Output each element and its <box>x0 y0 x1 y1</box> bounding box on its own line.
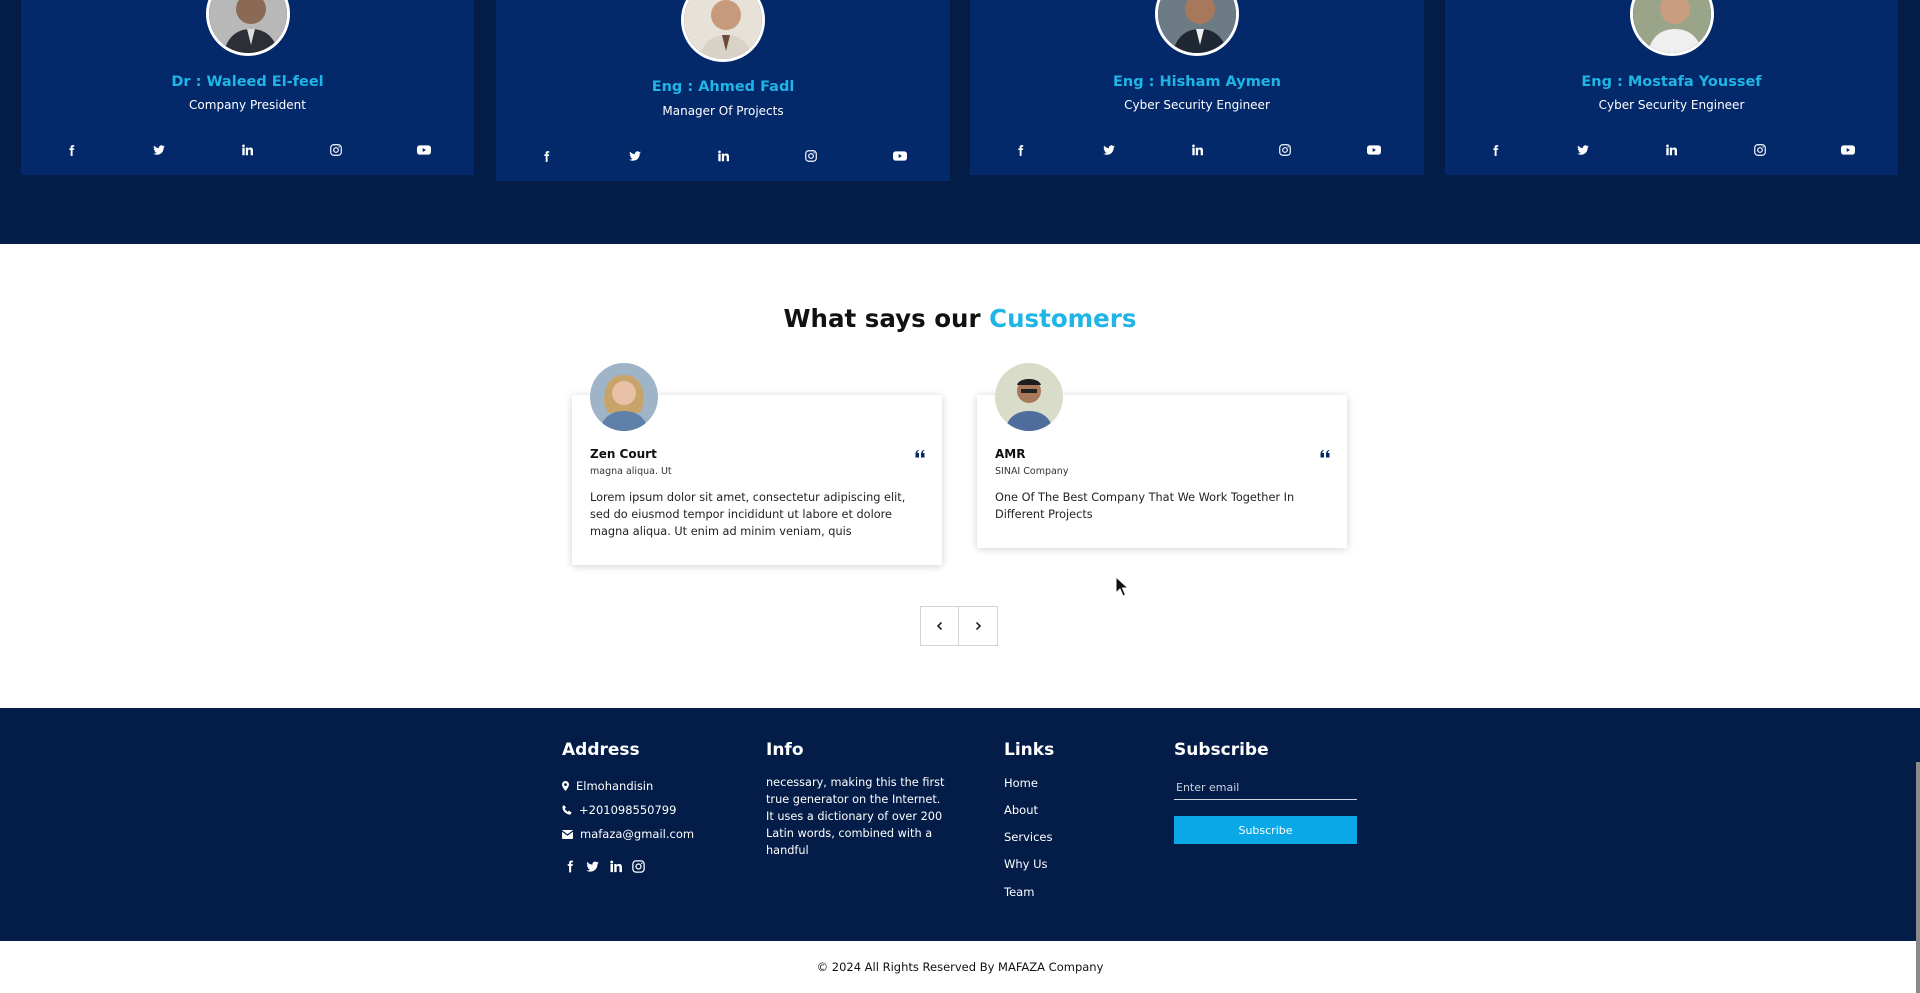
youtube-icon[interactable] <box>1838 140 1858 160</box>
instagram-icon[interactable] <box>1275 140 1295 160</box>
footer-link-about[interactable]: About <box>1004 803 1038 817</box>
address-heading: Address <box>562 740 640 760</box>
scrollbar-thumb[interactable] <box>1916 762 1920 993</box>
links-heading: Links <box>1004 740 1055 760</box>
chevron-right-icon <box>975 621 982 631</box>
address-location: Elmohandisin <box>562 779 653 793</box>
twitter-icon[interactable] <box>625 146 645 166</box>
carousel-pager <box>920 606 998 646</box>
customer-subtitle: magna aliqua. Ut <box>590 466 672 477</box>
avatar <box>995 363 1063 431</box>
linkedin-icon[interactable] <box>1661 140 1681 160</box>
member-name: Eng : Ahmed Fadl <box>651 79 795 95</box>
facebook-icon[interactable] <box>562 858 577 874</box>
facebook-icon[interactable] <box>61 140 81 160</box>
info-heading: Info <box>766 740 804 760</box>
member-role: Cyber Security Engineer <box>1598 98 1745 112</box>
instagram-icon[interactable] <box>801 146 821 166</box>
phone-icon <box>562 805 572 815</box>
team-card: Eng : Ahmed Fadl Manager Of Projects <box>496 0 950 181</box>
twitter-icon[interactable] <box>149 140 169 160</box>
facebook-icon[interactable] <box>1485 140 1505 160</box>
envelope-icon <box>562 829 573 839</box>
linkedin-icon[interactable] <box>713 146 733 166</box>
facebook-icon[interactable] <box>1010 140 1030 160</box>
member-name: Eng : Mostafa Youssef <box>1581 74 1762 90</box>
footer-link-team[interactable]: Team <box>1004 885 1034 899</box>
member-role: Company President <box>189 98 306 112</box>
team-card: Eng : Hisham Aymen Cyber Security Engine… <box>970 0 1424 175</box>
twitter-icon[interactable] <box>1573 140 1593 160</box>
quote-icon <box>1319 445 1331 457</box>
social-links <box>1445 140 1898 160</box>
member-role: Cyber Security Engineer <box>1124 98 1270 112</box>
subscribe-button[interactable]: Subscribe <box>1174 816 1357 844</box>
instagram-icon[interactable] <box>1750 140 1770 160</box>
member-name: Dr : Waleed El-feel <box>171 74 324 90</box>
team-card: Dr : Waleed El-feel Company President <box>21 0 474 175</box>
footer-link-home[interactable]: Home <box>1004 776 1038 790</box>
social-links <box>970 140 1424 160</box>
testimonial-text: Lorem ipsum dolor sit amet, consectetur … <box>590 491 906 538</box>
avatar <box>681 0 765 62</box>
youtube-icon[interactable] <box>1364 140 1384 160</box>
avatar <box>205 0 290 56</box>
footer: Address Elmohandisin +201098550799 mafaz… <box>0 708 1920 941</box>
instagram-icon[interactable] <box>326 140 346 160</box>
linkedin-icon[interactable] <box>608 858 623 874</box>
avatar <box>1155 0 1239 56</box>
mouse-cursor-icon <box>1115 576 1129 597</box>
footer-social-links <box>562 858 654 874</box>
team-section: Dr : Waleed El-feel Company President En… <box>0 0 1920 244</box>
footer-link-why-us[interactable]: Why Us <box>1004 857 1048 871</box>
linkedin-icon[interactable] <box>237 140 257 160</box>
footer-link-services[interactable]: Services <box>1004 830 1053 844</box>
quote-icon <box>914 445 926 457</box>
title-accent: Customers <box>989 304 1137 333</box>
subscribe-heading: Subscribe <box>1174 740 1269 760</box>
team-card: Eng : Mostafa Youssef Cyber Security Eng… <box>1445 0 1898 175</box>
facebook-icon[interactable] <box>536 146 556 166</box>
twitter-icon[interactable] <box>1099 140 1119 160</box>
map-marker-icon <box>562 781 569 791</box>
next-button[interactable] <box>959 606 998 646</box>
copyright: © 2024 All Rights Reserved By MAFAZA Com… <box>0 941 1920 993</box>
address-phone: +201098550799 <box>562 803 676 817</box>
social-links <box>21 140 474 160</box>
info-text: necessary, making this the first true ge… <box>766 776 945 857</box>
chevron-left-icon <box>936 621 942 631</box>
address-email: mafaza@gmail.com <box>562 827 694 841</box>
avatar <box>590 363 658 431</box>
youtube-icon[interactable] <box>890 146 910 166</box>
title-prefix: What says our <box>783 304 981 333</box>
instagram-icon[interactable] <box>631 858 646 874</box>
testimonials-section: What says our Customers Zen Court magna … <box>0 244 1920 708</box>
avatar <box>1629 0 1714 56</box>
prev-button[interactable] <box>920 606 959 646</box>
member-name: Eng : Hisham Aymen <box>1113 74 1281 90</box>
email-input[interactable] <box>1174 776 1357 800</box>
testimonial-card: Zen Court magna aliqua. Ut Lorem ipsum d… <box>572 363 942 565</box>
linkedin-icon[interactable] <box>1187 140 1207 160</box>
twitter-icon[interactable] <box>585 858 600 874</box>
youtube-icon[interactable] <box>414 140 434 160</box>
testimonial-card: AMR SINAI Company One Of The Best Compan… <box>977 363 1347 548</box>
member-role: Manager Of Projects <box>662 104 784 118</box>
customer-name: AMR <box>995 447 1026 461</box>
customer-subtitle: SINAI Company <box>995 466 1069 477</box>
testimonial-text: One Of The Best Company That We Work Tog… <box>995 491 1295 521</box>
customer-name: Zen Court <box>590 447 657 461</box>
section-title: What says our Customers <box>0 304 1920 333</box>
social-links <box>496 146 950 166</box>
